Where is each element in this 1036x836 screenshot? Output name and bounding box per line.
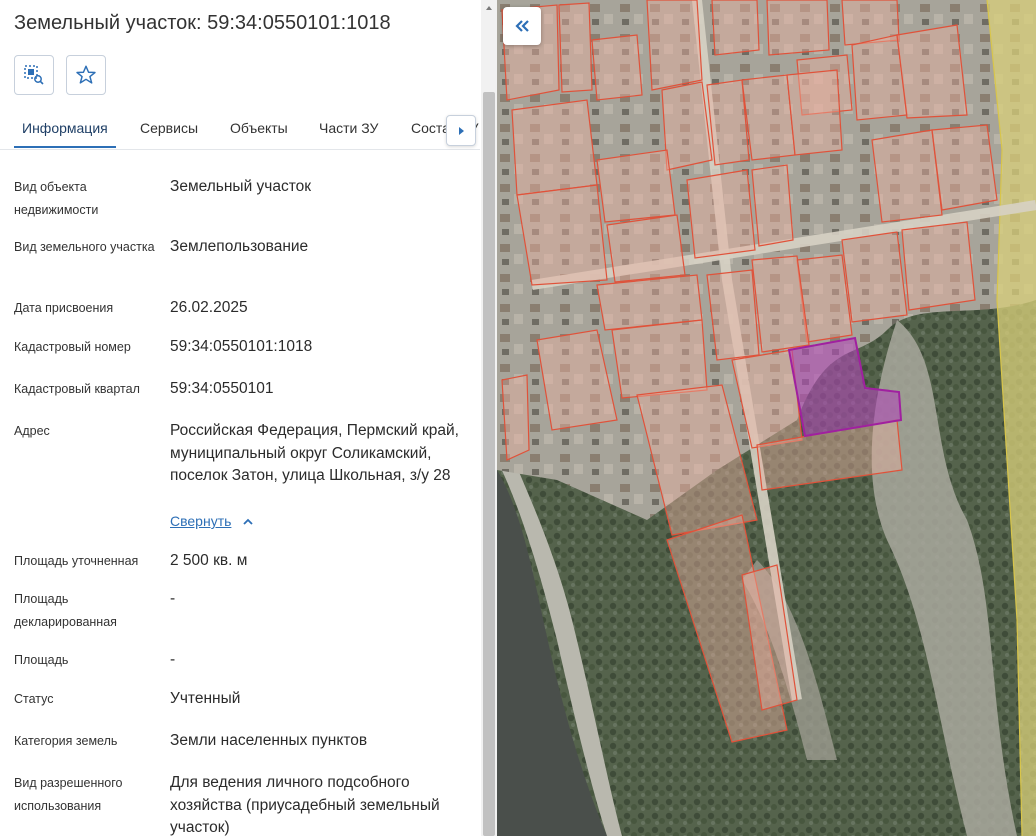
- scrollbar-thumb[interactable]: [483, 92, 495, 836]
- area-label: Площадь: [14, 653, 69, 667]
- collapse-panel-button[interactable]: [503, 7, 541, 45]
- select-area-icon: [24, 65, 44, 85]
- area-declared-value: -: [170, 590, 176, 607]
- tab-information[interactable]: Информация: [22, 120, 108, 136]
- address-value: Российская Федерация, Пермский край, мун…: [170, 422, 459, 484]
- object-type-label: Вид объекта недвижимости: [14, 180, 99, 217]
- active-tab-indicator: [14, 146, 116, 148]
- tab-objects[interactable]: Объекты: [230, 120, 288, 136]
- double-chevron-left-icon: [515, 20, 529, 32]
- chevron-up-icon[interactable]: [242, 517, 254, 527]
- favorite-button[interactable]: [66, 55, 106, 95]
- caret-right-icon: [459, 126, 464, 135]
- area-declared-label: Площадь декларированная: [14, 592, 117, 629]
- scroll-up-arrow-icon[interactable]: [481, 0, 497, 16]
- status-label: Статус: [14, 692, 54, 706]
- tab-services[interactable]: Сервисы: [140, 120, 198, 136]
- area-value: -: [170, 651, 176, 668]
- cadastral-number-label: Кадастровый номер: [14, 340, 131, 354]
- land-category-label: Категория земель: [14, 734, 118, 748]
- cadastral-quarter-value: 59:34:0550101: [170, 380, 274, 397]
- status-value: Учтенный: [170, 690, 241, 707]
- map-canvas: [497, 0, 1036, 836]
- panel-scrollbar[interactable]: [481, 0, 497, 836]
- cadastral-quarter-label: Кадастровый квартал: [14, 382, 140, 396]
- map-view[interactable]: [497, 0, 1036, 836]
- object-type-value: Земельный участок: [170, 178, 312, 195]
- area-specified-value: 2 500 кв. м: [170, 552, 248, 569]
- cadastral-number-value: 59:34:0550101:1018: [170, 338, 313, 355]
- land-category-value: Земли населенных пунктов: [170, 732, 368, 749]
- address-collapse-link[interactable]: Свернуть: [170, 513, 231, 529]
- star-icon: [76, 65, 96, 84]
- page-title: Земельный участок: 59:34:0550101:1018: [14, 12, 391, 34]
- parcel-type-value: Землепользование: [170, 238, 309, 255]
- row-address: Адрес Российская Федерация, Пермский кра…: [14, 420, 474, 535]
- tab-parcel-parts[interactable]: Части ЗУ: [319, 120, 378, 136]
- area-specified-label: Площадь уточненная: [14, 554, 139, 568]
- info-panel: Земельный участок: 59:34:0550101:1018 Ин…: [0, 0, 497, 836]
- address-label: Адрес: [14, 424, 50, 438]
- select-area-button[interactable]: [14, 55, 54, 95]
- permitted-use-label: Вид разрешенного использования: [14, 776, 123, 813]
- tab-bar: Информация Сервисы Объекты Части ЗУ Сост…: [0, 108, 480, 150]
- assign-date-label: Дата присвоения: [14, 301, 114, 315]
- parcel-type-label: Вид земельного участка: [14, 240, 155, 254]
- permitted-use-value: Для ведения личного подсобного хозяйства…: [170, 774, 440, 836]
- tabs-scroll-right-button[interactable]: [446, 115, 476, 146]
- assign-date-value: 26.02.2025: [170, 299, 248, 316]
